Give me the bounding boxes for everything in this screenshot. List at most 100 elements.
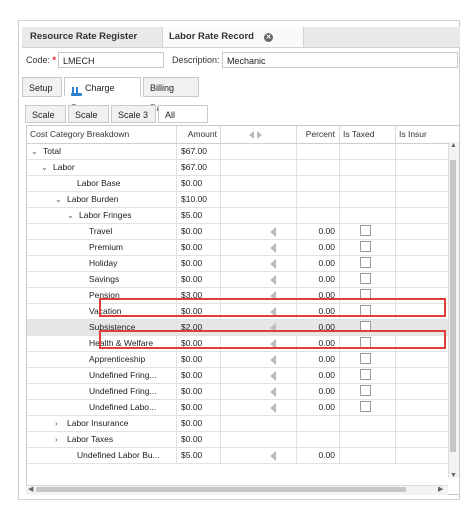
- column-header-adjust[interactable]: [221, 126, 297, 143]
- table-row[interactable]: Undefined Labo... $0.00 0.00: [27, 400, 459, 416]
- table-row[interactable]: Undefined Fring... $0.00 0.00: [27, 384, 459, 400]
- percent-cell[interactable]: 0.00: [297, 368, 340, 383]
- tab-resource-rate-register[interactable]: Resource Rate Register: [24, 27, 160, 47]
- is-taxed-checkbox[interactable]: [360, 401, 371, 412]
- decrease-arrow-icon[interactable]: [270, 259, 276, 269]
- table-row[interactable]: Savings $0.00 0.00: [27, 272, 459, 288]
- amount-cell[interactable]: $0.00: [177, 432, 221, 447]
- is-taxed-checkbox[interactable]: [360, 353, 371, 364]
- column-header-is-insured[interactable]: Is Insur: [396, 126, 459, 143]
- scroll-right-icon[interactable]: [257, 131, 262, 139]
- table-row[interactable]: ⌄ Labor $67.00: [27, 160, 459, 176]
- decrease-arrow-icon[interactable]: [270, 355, 276, 365]
- is-taxed-checkbox[interactable]: [360, 241, 371, 252]
- table-row[interactable]: Undefined Fring... $0.00 0.00: [27, 368, 459, 384]
- decrease-arrow-icon[interactable]: [270, 243, 276, 253]
- table-row[interactable]: Holiday $0.00 0.00: [27, 256, 459, 272]
- table-row[interactable]: Travel $0.00 0.00: [27, 224, 459, 240]
- amount-cell[interactable]: $0.00: [177, 400, 221, 415]
- column-header-is-taxed[interactable]: Is Taxed: [340, 126, 396, 143]
- column-header-percent[interactable]: Percent: [297, 126, 340, 143]
- is-taxed-checkbox[interactable]: [360, 273, 371, 284]
- scroll-right-icon[interactable]: ▶: [438, 485, 443, 493]
- tab-all-scales[interactable]: All Scales: [158, 105, 208, 138]
- chevron-right-icon[interactable]: ›: [55, 432, 58, 447]
- percent-cell[interactable]: [297, 192, 340, 207]
- amount-cell[interactable]: $67.00: [177, 144, 221, 159]
- percent-cell[interactable]: 0.00: [297, 240, 340, 255]
- tab-setup[interactable]: Setup: [22, 77, 62, 97]
- amount-cell[interactable]: $0.00: [177, 352, 221, 367]
- is-taxed-cell: [340, 272, 396, 287]
- decrease-arrow-icon[interactable]: [270, 371, 276, 381]
- tab-scale-1[interactable]: Scale 1: [25, 105, 66, 138]
- tab-labor-rate-record[interactable]: Labor Rate Record ✕: [162, 27, 304, 47]
- column-header-category[interactable]: Cost Category Breakdown: [27, 126, 177, 143]
- close-icon[interactable]: ✕: [264, 33, 273, 42]
- decrease-arrow-icon[interactable]: [270, 451, 276, 461]
- amount-cell[interactable]: $0.00: [177, 384, 221, 399]
- percent-cell[interactable]: 0.00: [297, 256, 340, 271]
- table-row[interactable]: Premium $0.00 0.00: [27, 240, 459, 256]
- tab-scale-3[interactable]: Scale 3: [111, 105, 156, 123]
- is-taxed-checkbox[interactable]: [360, 257, 371, 268]
- amount-cell[interactable]: $5.00: [177, 208, 221, 223]
- category-label: Labor Base: [77, 178, 121, 188]
- scroll-up-icon[interactable]: ▲: [450, 142, 457, 149]
- percent-cell[interactable]: [297, 432, 340, 447]
- description-field[interactable]: Mechanic: [222, 52, 458, 68]
- amount-cell[interactable]: $67.00: [177, 160, 221, 175]
- amount-cell[interactable]: $10.00: [177, 192, 221, 207]
- table-row[interactable]: Labor Base $0.00: [27, 176, 459, 192]
- percent-cell[interactable]: 0.00: [297, 400, 340, 415]
- code-field[interactable]: LMECH: [58, 52, 164, 68]
- chevron-down-icon[interactable]: ⌄: [31, 144, 38, 159]
- chevron-down-icon[interactable]: ⌄: [41, 160, 48, 175]
- column-header-amount[interactable]: Amount: [177, 126, 221, 143]
- is-taxed-checkbox[interactable]: [360, 369, 371, 380]
- amount-cell[interactable]: $0.00: [177, 240, 221, 255]
- chevron-down-icon[interactable]: ⌄: [55, 192, 62, 207]
- percent-cell[interactable]: [297, 208, 340, 223]
- amount-cell[interactable]: $5.00: [177, 448, 221, 463]
- is-taxed-checkbox[interactable]: [360, 385, 371, 396]
- percent-cell[interactable]: [297, 160, 340, 175]
- percent-cell[interactable]: 0.00: [297, 352, 340, 367]
- percent-cell[interactable]: [297, 144, 340, 159]
- horizontal-scroll-thumb[interactable]: [36, 487, 406, 492]
- amount-cell[interactable]: $0.00: [177, 368, 221, 383]
- table-row[interactable]: › Labor Insurance $0.00: [27, 416, 459, 432]
- amount-cell[interactable]: $0.00: [177, 176, 221, 191]
- table-row[interactable]: › Labor Taxes $0.00: [27, 432, 459, 448]
- table-row[interactable]: ⌄ Labor Burden $10.00: [27, 192, 459, 208]
- percent-cell[interactable]: [297, 416, 340, 431]
- scroll-left-icon[interactable]: ◀: [28, 485, 33, 493]
- adjust-cell: [221, 160, 297, 175]
- vertical-scroll-thumb[interactable]: [450, 160, 456, 452]
- amount-cell[interactable]: $0.00: [177, 416, 221, 431]
- is-taxed-checkbox[interactable]: [360, 225, 371, 236]
- decrease-arrow-icon[interactable]: [270, 403, 276, 413]
- decrease-arrow-icon[interactable]: [270, 387, 276, 397]
- decrease-arrow-icon[interactable]: [270, 275, 276, 285]
- tab-charge-rate[interactable]: Charge Rate: [64, 77, 141, 113]
- chevron-down-icon[interactable]: ⌄: [67, 208, 74, 223]
- amount-cell[interactable]: $0.00: [177, 256, 221, 271]
- percent-cell[interactable]: 0.00: [297, 224, 340, 239]
- table-row[interactable]: Undefined Labor Bu... $5.00 0.00: [27, 448, 459, 464]
- scroll-down-icon[interactable]: ▼: [450, 472, 457, 479]
- percent-cell[interactable]: 0.00: [297, 384, 340, 399]
- decrease-arrow-icon[interactable]: [270, 227, 276, 237]
- table-row[interactable]: Apprenticeship $0.00 0.00: [27, 352, 459, 368]
- amount-cell[interactable]: $0.00: [177, 272, 221, 287]
- percent-cell[interactable]: 0.00: [297, 272, 340, 287]
- scroll-left-icon[interactable]: [249, 131, 254, 139]
- percent-cell[interactable]: 0.00: [297, 448, 340, 463]
- table-row[interactable]: ⌄ Labor Fringes $5.00: [27, 208, 459, 224]
- amount-cell[interactable]: $0.00: [177, 224, 221, 239]
- tab-scale-2[interactable]: Scale 2: [68, 105, 109, 138]
- percent-cell[interactable]: [297, 176, 340, 191]
- table-row[interactable]: ⌄ Total $67.00: [27, 144, 459, 160]
- tab-billing-rate[interactable]: Billing Rate: [143, 77, 199, 113]
- chevron-right-icon[interactable]: ›: [55, 416, 58, 431]
